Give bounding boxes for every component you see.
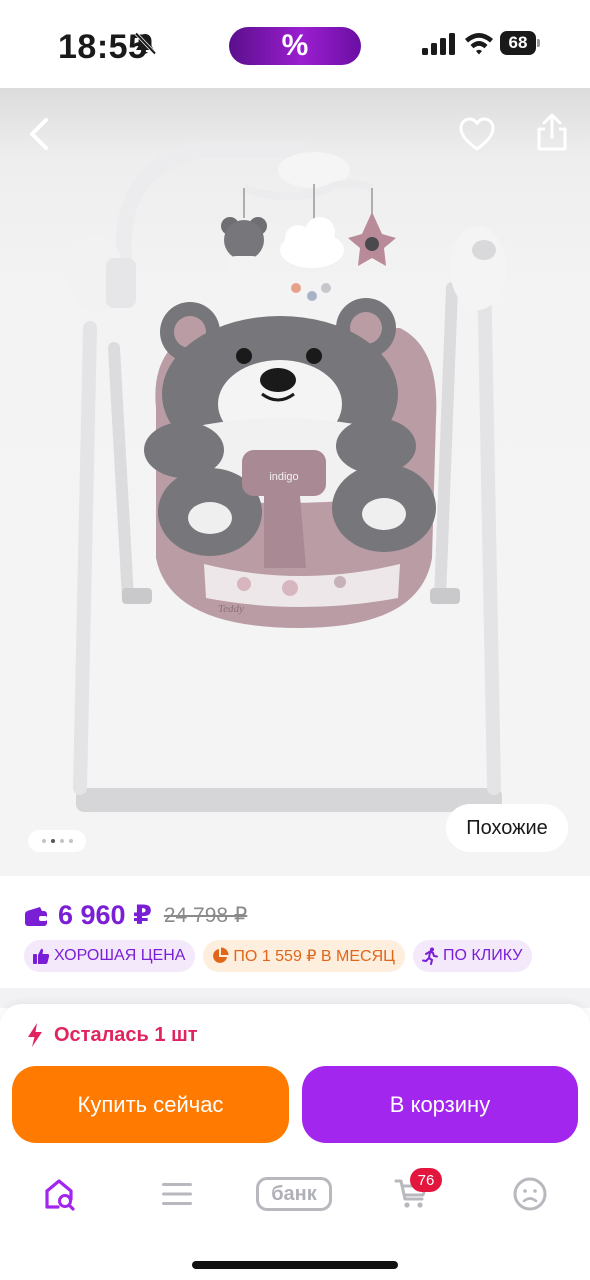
price-card: 6 960 ₽ 24 798 ₽ ХОРОШАЯ ЦЕНА ПО 1 559 ₽… <box>0 876 590 988</box>
menu-icon <box>162 1183 192 1205</box>
bank-label: банк <box>256 1177 332 1211</box>
nav-catalog[interactable] <box>153 1170 201 1218</box>
battery-level: 68 <box>500 31 536 55</box>
add-to-cart-button[interactable]: В корзину <box>302 1066 578 1143</box>
product-image: indigo Teddy <box>68 142 506 812</box>
product-gallery[interactable]: indigo Teddy Похожие <box>0 88 590 878</box>
battery-tip <box>537 39 540 47</box>
gallery-dot <box>68 839 73 843</box>
promo-pill[interactable]: % <box>229 27 361 65</box>
lightning-icon <box>28 1023 42 1047</box>
good-price-badge[interactable]: ХОРОШАЯ ЦЕНА <box>24 940 196 972</box>
pie-chart-icon <box>213 947 229 963</box>
thumbs-up-icon <box>33 948 50 964</box>
seat-brand-text: indigo <box>269 471 298 483</box>
favorite-heart-icon[interactable] <box>458 116 496 152</box>
running-person-icon <box>421 947 438 965</box>
one-click-badge[interactable]: ПО КЛИКУ <box>412 940 533 972</box>
cart-count-badge: 76 <box>410 1168 442 1192</box>
one-click-label: ПО КЛИКУ <box>442 947 523 964</box>
price-badges: ХОРОШАЯ ЦЕНА ПО 1 559 ₽ В МЕСЯЦ ПО КЛИКУ <box>24 940 533 972</box>
status-bar: 18:55 % 68 <box>0 0 590 88</box>
gallery-dot-active <box>50 839 55 843</box>
action-panel: Осталась 1 шт Купить сейчас В корзину <box>0 1004 590 1280</box>
bell-off-icon <box>134 32 156 55</box>
buy-now-button[interactable]: Купить сейчас <box>12 1066 289 1143</box>
nav-profile[interactable] <box>506 1170 554 1218</box>
similar-button[interactable]: Похожие <box>446 804 568 852</box>
profile-icon <box>513 1177 547 1211</box>
nav-home[interactable] <box>36 1170 84 1218</box>
installment-badge[interactable]: ПО 1 559 ₽ В МЕСЯЦ <box>203 940 405 972</box>
installment-label: ПО 1 559 ₽ В МЕСЯЦ <box>233 948 395 965</box>
share-icon[interactable] <box>534 112 570 152</box>
home-indicator <box>192 1261 398 1269</box>
battery-indicator: 68 <box>500 31 540 55</box>
wifi-icon <box>465 33 493 55</box>
bottom-nav: банк <box>0 1160 590 1230</box>
wallet-icon <box>25 906 47 926</box>
seat-model-text: Teddy <box>218 603 244 615</box>
gallery-pagination-dots <box>28 830 86 852</box>
home-search-icon <box>45 1179 75 1211</box>
gallery-dot <box>59 839 64 843</box>
current-price: 6 960 ₽ <box>58 900 152 930</box>
gallery-dot <box>41 839 46 843</box>
back-icon[interactable] <box>22 116 58 152</box>
stock-status: Осталась 1 шт <box>26 1022 198 1048</box>
good-price-label: ХОРОШАЯ ЦЕНА <box>54 947 186 964</box>
cellular-signal-icon <box>422 33 455 55</box>
nav-bank[interactable]: банк <box>255 1170 333 1218</box>
price-row: 6 960 ₽ 24 798 ₽ <box>24 900 247 931</box>
old-price: 24 798 ₽ <box>163 904 248 927</box>
stock-text: Осталась 1 шт <box>54 1023 198 1046</box>
